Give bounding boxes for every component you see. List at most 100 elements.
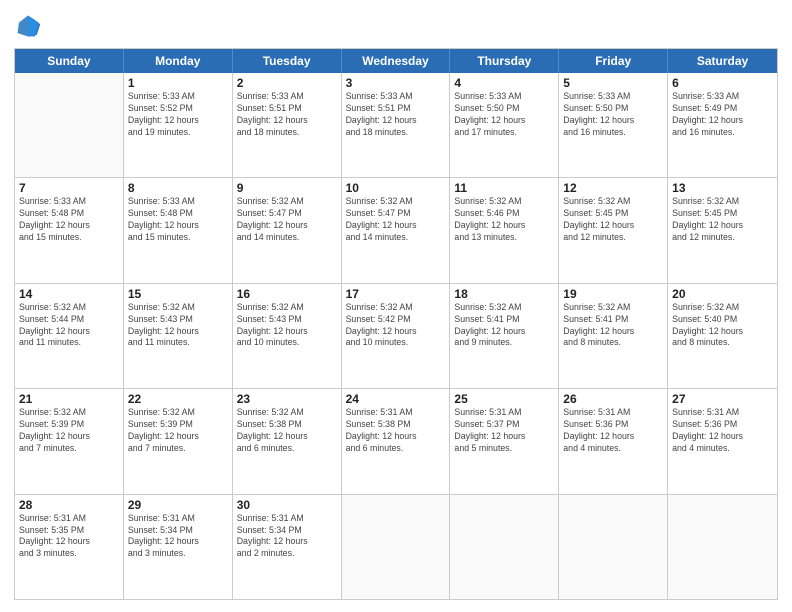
calendar-cell: 1Sunrise: 5:33 AM Sunset: 5:52 PM Daylig… <box>124 73 233 177</box>
cell-info: Sunrise: 5:31 AM Sunset: 5:35 PM Dayligh… <box>19 513 119 561</box>
weekday-header-friday: Friday <box>559 49 668 73</box>
calendar-cell: 10Sunrise: 5:32 AM Sunset: 5:47 PM Dayli… <box>342 178 451 282</box>
cell-info: Sunrise: 5:31 AM Sunset: 5:38 PM Dayligh… <box>346 407 446 455</box>
calendar-cell: 27Sunrise: 5:31 AM Sunset: 5:36 PM Dayli… <box>668 389 777 493</box>
calendar-cell: 25Sunrise: 5:31 AM Sunset: 5:37 PM Dayli… <box>450 389 559 493</box>
day-number: 30 <box>237 498 337 512</box>
day-number: 26 <box>563 392 663 406</box>
calendar-row-4: 21Sunrise: 5:32 AM Sunset: 5:39 PM Dayli… <box>15 388 777 493</box>
cell-info: Sunrise: 5:31 AM Sunset: 5:36 PM Dayligh… <box>672 407 773 455</box>
day-number: 8 <box>128 181 228 195</box>
day-number: 10 <box>346 181 446 195</box>
cell-info: Sunrise: 5:33 AM Sunset: 5:50 PM Dayligh… <box>563 91 663 139</box>
calendar-cell: 19Sunrise: 5:32 AM Sunset: 5:41 PM Dayli… <box>559 284 668 388</box>
cell-info: Sunrise: 5:32 AM Sunset: 5:44 PM Dayligh… <box>19 302 119 350</box>
calendar-row-5: 28Sunrise: 5:31 AM Sunset: 5:35 PM Dayli… <box>15 494 777 599</box>
cell-info: Sunrise: 5:32 AM Sunset: 5:47 PM Dayligh… <box>237 196 337 244</box>
calendar-cell: 24Sunrise: 5:31 AM Sunset: 5:38 PM Dayli… <box>342 389 451 493</box>
day-number: 2 <box>237 76 337 90</box>
calendar-cell: 11Sunrise: 5:32 AM Sunset: 5:46 PM Dayli… <box>450 178 559 282</box>
cell-info: Sunrise: 5:32 AM Sunset: 5:45 PM Dayligh… <box>672 196 773 244</box>
calendar-cell: 5Sunrise: 5:33 AM Sunset: 5:50 PM Daylig… <box>559 73 668 177</box>
cell-info: Sunrise: 5:33 AM Sunset: 5:52 PM Dayligh… <box>128 91 228 139</box>
calendar-header: SundayMondayTuesdayWednesdayThursdayFrid… <box>15 49 777 73</box>
cell-info: Sunrise: 5:31 AM Sunset: 5:34 PM Dayligh… <box>128 513 228 561</box>
weekday-header-sunday: Sunday <box>15 49 124 73</box>
calendar-body: 1Sunrise: 5:33 AM Sunset: 5:52 PM Daylig… <box>15 73 777 599</box>
cell-info: Sunrise: 5:32 AM Sunset: 5:47 PM Dayligh… <box>346 196 446 244</box>
calendar-cell <box>450 495 559 599</box>
cell-info: Sunrise: 5:32 AM Sunset: 5:38 PM Dayligh… <box>237 407 337 455</box>
day-number: 4 <box>454 76 554 90</box>
calendar-cell: 23Sunrise: 5:32 AM Sunset: 5:38 PM Dayli… <box>233 389 342 493</box>
calendar-row-2: 7Sunrise: 5:33 AM Sunset: 5:48 PM Daylig… <box>15 177 777 282</box>
calendar-cell <box>342 495 451 599</box>
day-number: 13 <box>672 181 773 195</box>
day-number: 28 <box>19 498 119 512</box>
weekday-header-thursday: Thursday <box>450 49 559 73</box>
cell-info: Sunrise: 5:31 AM Sunset: 5:34 PM Dayligh… <box>237 513 337 561</box>
day-number: 12 <box>563 181 663 195</box>
day-number: 20 <box>672 287 773 301</box>
calendar-cell: 2Sunrise: 5:33 AM Sunset: 5:51 PM Daylig… <box>233 73 342 177</box>
day-number: 9 <box>237 181 337 195</box>
day-number: 1 <box>128 76 228 90</box>
calendar-cell: 17Sunrise: 5:32 AM Sunset: 5:42 PM Dayli… <box>342 284 451 388</box>
day-number: 18 <box>454 287 554 301</box>
calendar-cell: 3Sunrise: 5:33 AM Sunset: 5:51 PM Daylig… <box>342 73 451 177</box>
page: SundayMondayTuesdayWednesdayThursdayFrid… <box>0 0 792 612</box>
calendar-cell: 26Sunrise: 5:31 AM Sunset: 5:36 PM Dayli… <box>559 389 668 493</box>
day-number: 29 <box>128 498 228 512</box>
calendar-cell: 15Sunrise: 5:32 AM Sunset: 5:43 PM Dayli… <box>124 284 233 388</box>
calendar-cell: 14Sunrise: 5:32 AM Sunset: 5:44 PM Dayli… <box>15 284 124 388</box>
header <box>14 12 778 40</box>
cell-info: Sunrise: 5:31 AM Sunset: 5:37 PM Dayligh… <box>454 407 554 455</box>
cell-info: Sunrise: 5:31 AM Sunset: 5:36 PM Dayligh… <box>563 407 663 455</box>
calendar-row-3: 14Sunrise: 5:32 AM Sunset: 5:44 PM Dayli… <box>15 283 777 388</box>
calendar-row-1: 1Sunrise: 5:33 AM Sunset: 5:52 PM Daylig… <box>15 73 777 177</box>
day-number: 5 <box>563 76 663 90</box>
calendar-cell: 20Sunrise: 5:32 AM Sunset: 5:40 PM Dayli… <box>668 284 777 388</box>
calendar-cell: 13Sunrise: 5:32 AM Sunset: 5:45 PM Dayli… <box>668 178 777 282</box>
calendar-cell: 6Sunrise: 5:33 AM Sunset: 5:49 PM Daylig… <box>668 73 777 177</box>
day-number: 22 <box>128 392 228 406</box>
day-number: 21 <box>19 392 119 406</box>
weekday-header-saturday: Saturday <box>668 49 777 73</box>
calendar-cell: 18Sunrise: 5:32 AM Sunset: 5:41 PM Dayli… <box>450 284 559 388</box>
calendar-cell: 9Sunrise: 5:32 AM Sunset: 5:47 PM Daylig… <box>233 178 342 282</box>
cell-info: Sunrise: 5:32 AM Sunset: 5:46 PM Dayligh… <box>454 196 554 244</box>
cell-info: Sunrise: 5:32 AM Sunset: 5:39 PM Dayligh… <box>19 407 119 455</box>
calendar-cell: 30Sunrise: 5:31 AM Sunset: 5:34 PM Dayli… <box>233 495 342 599</box>
cell-info: Sunrise: 5:33 AM Sunset: 5:51 PM Dayligh… <box>346 91 446 139</box>
calendar-cell: 28Sunrise: 5:31 AM Sunset: 5:35 PM Dayli… <box>15 495 124 599</box>
cell-info: Sunrise: 5:33 AM Sunset: 5:50 PM Dayligh… <box>454 91 554 139</box>
day-number: 27 <box>672 392 773 406</box>
calendar-cell: 29Sunrise: 5:31 AM Sunset: 5:34 PM Dayli… <box>124 495 233 599</box>
cell-info: Sunrise: 5:32 AM Sunset: 5:43 PM Dayligh… <box>237 302 337 350</box>
cell-info: Sunrise: 5:33 AM Sunset: 5:49 PM Dayligh… <box>672 91 773 139</box>
cell-info: Sunrise: 5:32 AM Sunset: 5:41 PM Dayligh… <box>563 302 663 350</box>
day-number: 17 <box>346 287 446 301</box>
calendar-cell <box>559 495 668 599</box>
calendar-cell: 16Sunrise: 5:32 AM Sunset: 5:43 PM Dayli… <box>233 284 342 388</box>
weekday-header-tuesday: Tuesday <box>233 49 342 73</box>
calendar-cell <box>15 73 124 177</box>
cell-info: Sunrise: 5:33 AM Sunset: 5:51 PM Dayligh… <box>237 91 337 139</box>
cell-info: Sunrise: 5:33 AM Sunset: 5:48 PM Dayligh… <box>19 196 119 244</box>
logo-icon <box>14 12 42 40</box>
calendar-cell: 21Sunrise: 5:32 AM Sunset: 5:39 PM Dayli… <box>15 389 124 493</box>
cell-info: Sunrise: 5:32 AM Sunset: 5:42 PM Dayligh… <box>346 302 446 350</box>
cell-info: Sunrise: 5:32 AM Sunset: 5:45 PM Dayligh… <box>563 196 663 244</box>
day-number: 14 <box>19 287 119 301</box>
day-number: 24 <box>346 392 446 406</box>
logo <box>14 12 46 40</box>
day-number: 16 <box>237 287 337 301</box>
day-number: 3 <box>346 76 446 90</box>
day-number: 25 <box>454 392 554 406</box>
cell-info: Sunrise: 5:32 AM Sunset: 5:41 PM Dayligh… <box>454 302 554 350</box>
day-number: 15 <box>128 287 228 301</box>
cell-info: Sunrise: 5:32 AM Sunset: 5:40 PM Dayligh… <box>672 302 773 350</box>
calendar-cell: 8Sunrise: 5:33 AM Sunset: 5:48 PM Daylig… <box>124 178 233 282</box>
calendar-cell: 4Sunrise: 5:33 AM Sunset: 5:50 PM Daylig… <box>450 73 559 177</box>
weekday-header-wednesday: Wednesday <box>342 49 451 73</box>
